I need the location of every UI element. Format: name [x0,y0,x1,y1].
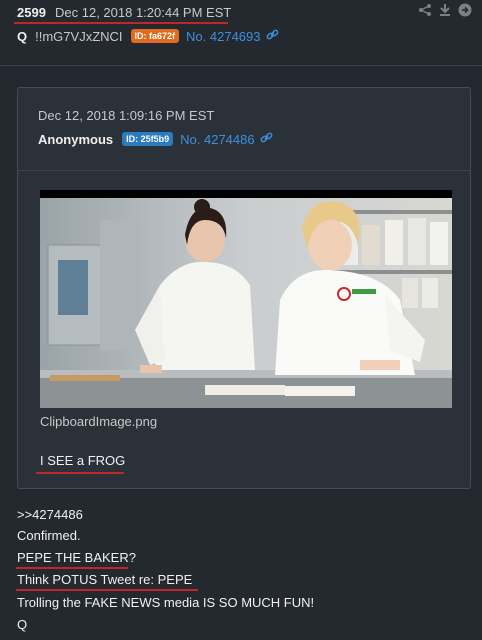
quoted-id-badge[interactable]: ID: 25f5b9 [122,132,174,146]
forward-icon[interactable] [458,3,472,20]
quoted-text: I SEE a FROG [40,453,126,468]
quoted-author: Anonymous [38,131,114,147]
header-divider [0,65,482,66]
post-date: Dec 12, 2018 1:20:44 PM EST [55,5,232,20]
red-underline [16,589,198,591]
download-icon[interactable] [438,3,452,20]
quoted-date: Dec 12, 2018 1:09:16 PM EST [38,108,215,123]
body-line: Think POTUS Tweet re: PEPE [17,572,193,587]
link-icon[interactable] [266,28,279,44]
quoted-post: Dec 12, 2018 1:09:16 PM EST Anonymous ID… [17,87,471,489]
id-badge[interactable]: ID: fa672f [130,29,180,43]
red-underline [16,567,128,569]
quoted-post-number-link[interactable]: No. 4274486 [180,132,254,147]
image-filename[interactable]: ClipboardImage.png [40,414,157,429]
tripcode: !!mG7VJxZNCI [35,28,123,44]
post-number-link[interactable]: No. 4274693 [186,29,260,44]
reply-link[interactable]: >>4274486 [17,507,83,522]
signature: Q [17,617,28,632]
quoted-divider [18,170,470,171]
red-underline [14,22,228,24]
attached-image[interactable] [40,190,452,408]
red-underline [36,472,124,474]
quoted-author-line: Anonymous ID: 25f5b9 No. 4274486 [38,131,273,147]
author-name: Q [17,28,28,44]
link-icon[interactable] [260,131,273,147]
post-header: 2599 Dec 12, 2018 1:20:44 PM EST Q !!mG7… [0,0,482,66]
body-line: Confirmed. [17,528,81,543]
post-actions [418,3,472,20]
post-number: 2599 [17,5,46,20]
share-icon[interactable] [418,3,432,20]
body-line: PEPE THE BAKER? [17,550,136,565]
body-line: Trolling the FAKE NEWS media IS SO MUCH … [17,595,315,610]
post-author-line: Q !!mG7VJxZNCI ID: fa672f No. 4274693 [17,28,279,44]
